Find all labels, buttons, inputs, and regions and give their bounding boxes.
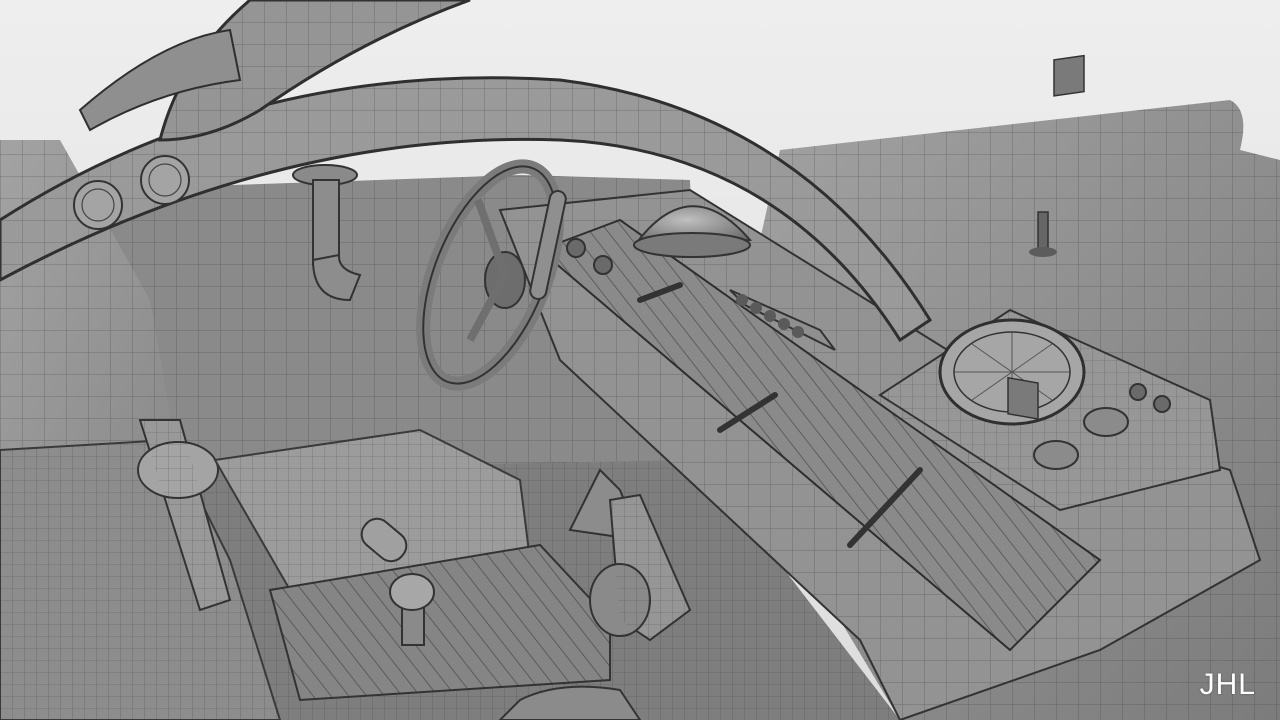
wireframe-scene [0,0,1280,720]
render-viewport: JHL [0,0,1280,720]
artist-watermark: JHL [1199,668,1256,701]
